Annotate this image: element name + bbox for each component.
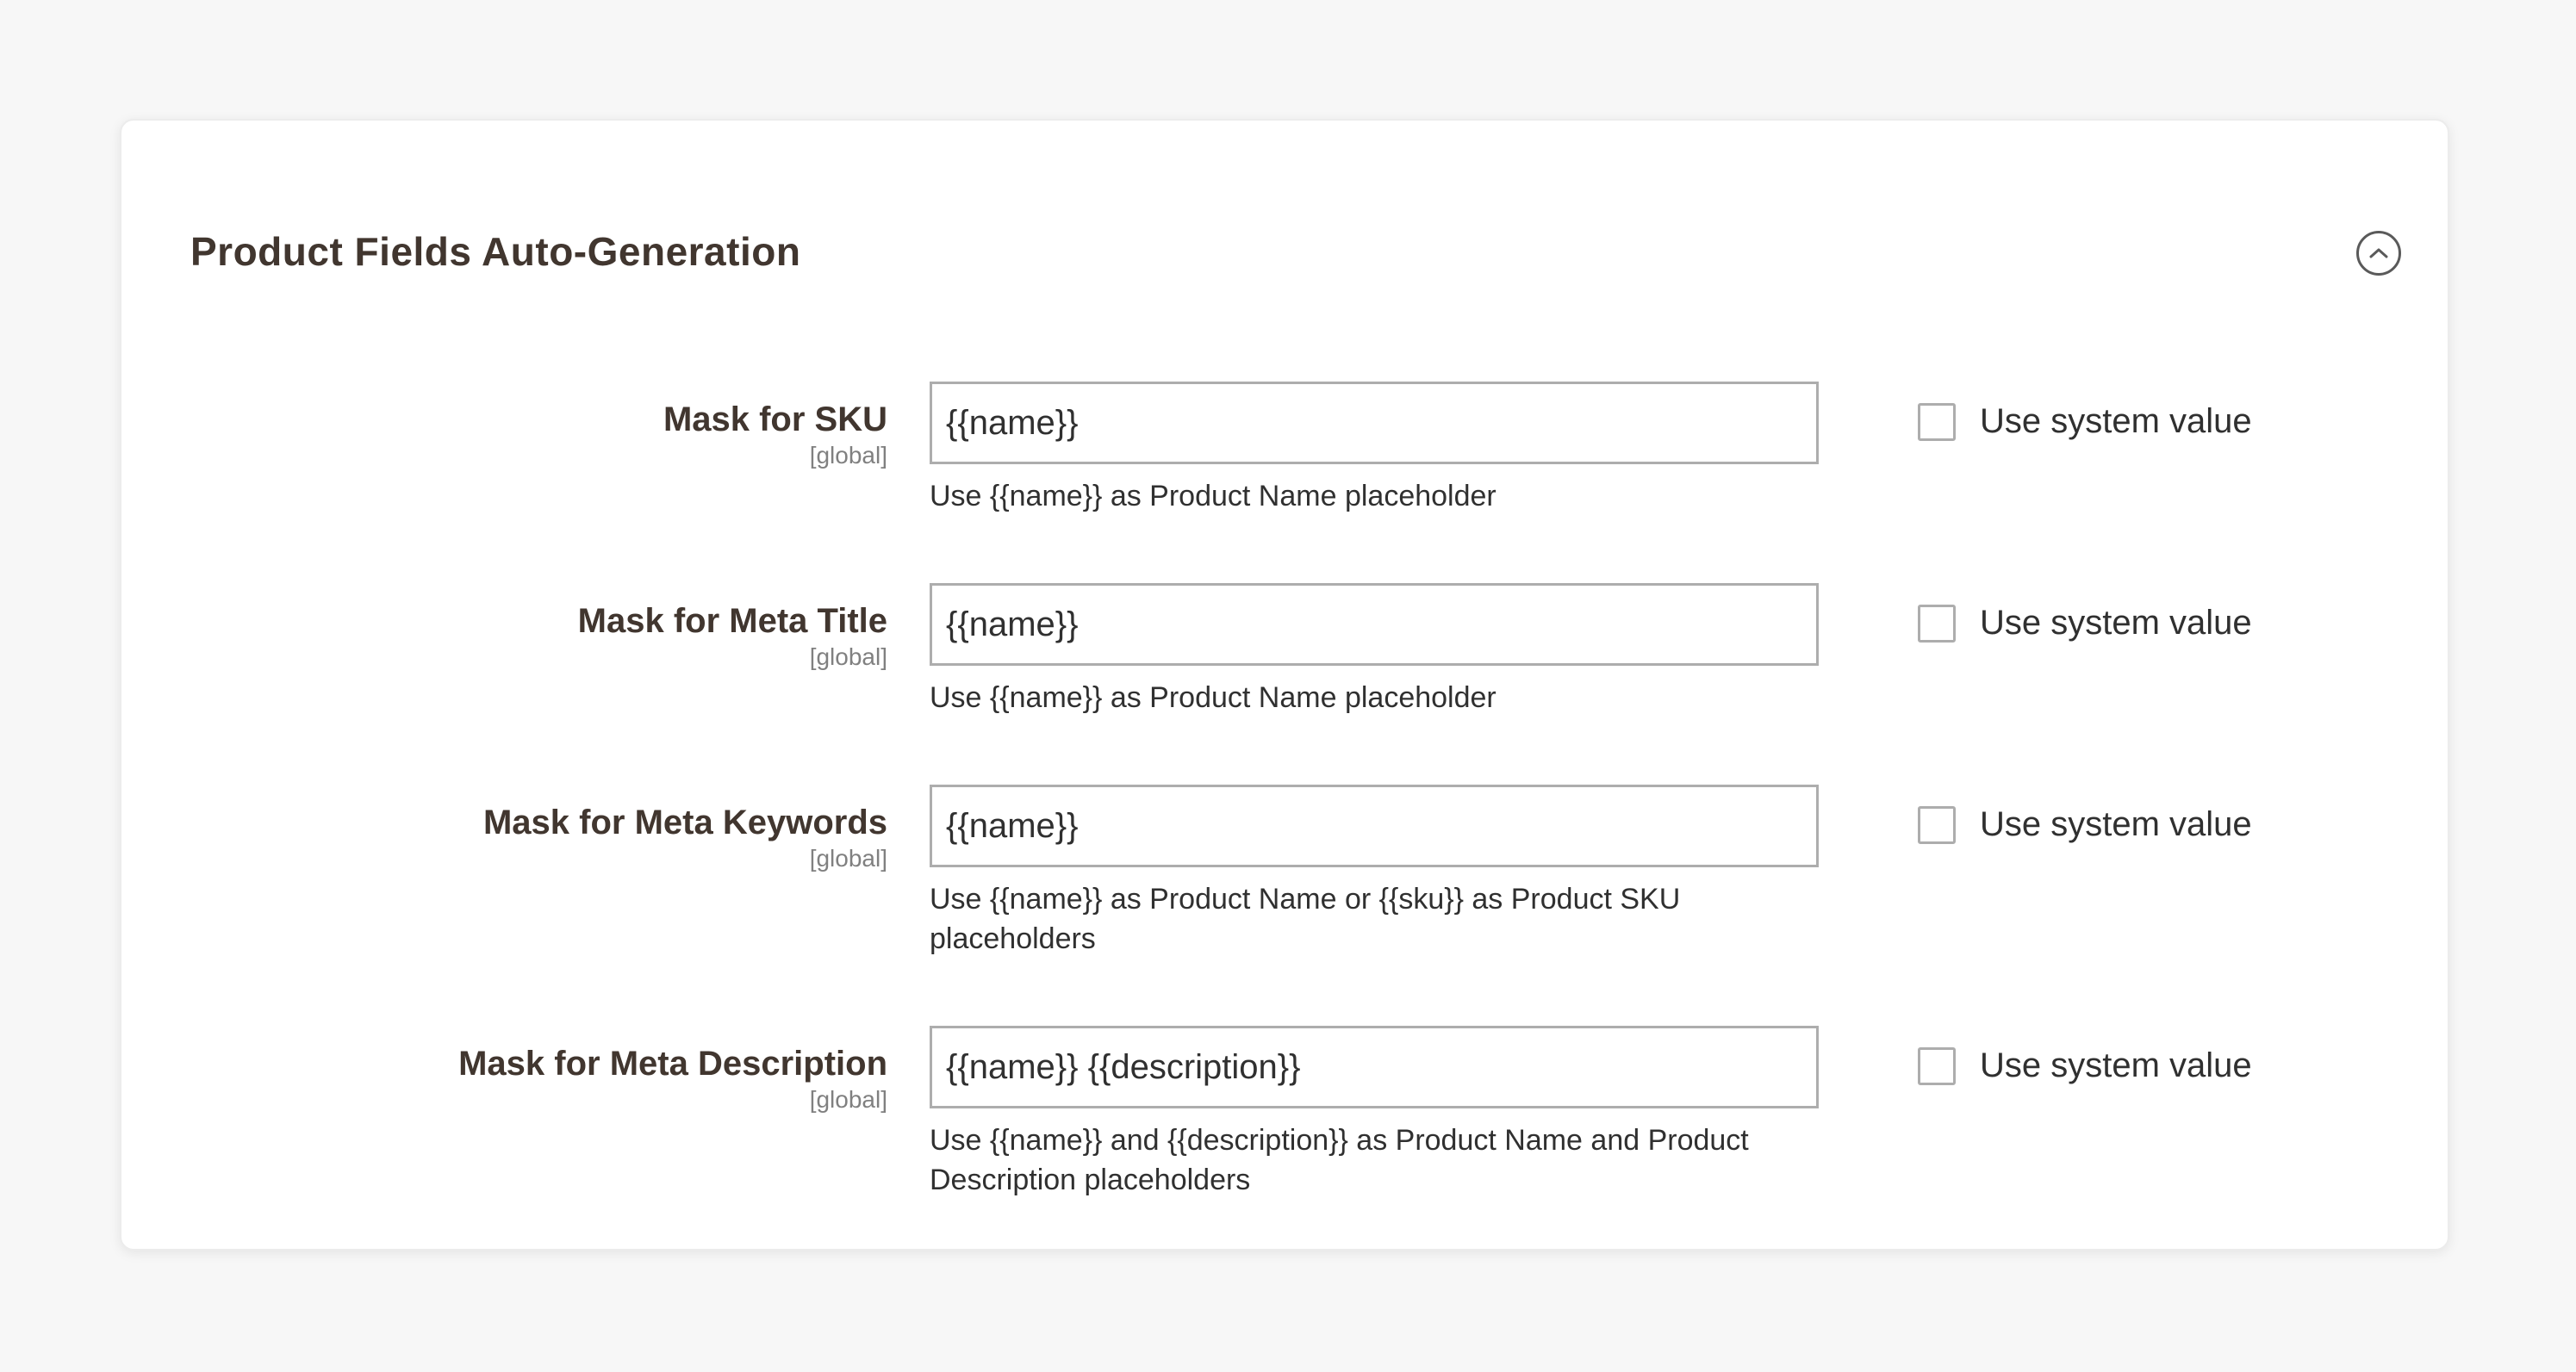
use-system-value-label[interactable]: Use system value xyxy=(1980,604,2252,643)
scope-label: [global] xyxy=(809,845,887,872)
use-system-value-label[interactable]: Use system value xyxy=(1980,805,2252,844)
use-system-value-label[interactable]: Use system value xyxy=(1980,1046,2252,1085)
product-fields-auto-generation-panel: Product Fields Auto-Generation Mask for … xyxy=(120,119,2449,1251)
use-system-value-toggle[interactable]: Use system value xyxy=(1918,402,2252,441)
field-label: Mask for SKU xyxy=(663,400,887,438)
field-label: Mask for Meta Title xyxy=(577,602,887,640)
chevron-up-icon xyxy=(2369,248,2388,258)
collapse-section-button[interactable] xyxy=(2356,231,2401,276)
field-note: Use {{name}} as Product Name placeholder xyxy=(930,681,1496,714)
field-label-group: Mask for Meta Keywords [global] xyxy=(483,802,887,874)
field-note: Use {{name}} as Product Name placeholder xyxy=(930,480,1496,512)
use-system-value-checkbox[interactable] xyxy=(1918,805,1956,844)
use-system-value-label[interactable]: Use system value xyxy=(1980,402,2252,441)
mask-sku-input[interactable] xyxy=(930,382,1819,464)
field-label: Mask for Meta Description xyxy=(458,1045,887,1083)
field-label-group: Mask for Meta Title [global] xyxy=(578,600,887,673)
use-system-value-checkbox[interactable] xyxy=(1918,402,1956,441)
scope-label: [global] xyxy=(809,442,887,469)
field-label: Mask for Meta Keywords xyxy=(482,804,887,841)
use-system-value-checkbox[interactable] xyxy=(1918,604,1956,643)
section-title: Product Fields Auto-Generation xyxy=(190,229,801,274)
scope-label: [global] xyxy=(809,1086,887,1113)
use-system-value-toggle[interactable]: Use system value xyxy=(1918,805,2252,844)
use-system-value-toggle[interactable]: Use system value xyxy=(1918,604,2252,643)
mask-meta-description-input[interactable] xyxy=(930,1026,1819,1108)
use-system-value-toggle[interactable]: Use system value xyxy=(1918,1046,2252,1085)
field-label-group: Mask for SKU [global] xyxy=(663,399,887,471)
field-label-group: Mask for Meta Description [global] xyxy=(458,1043,887,1115)
field-note: Use {{name}} as Product Name or {{sku}} … xyxy=(930,883,1681,955)
use-system-value-checkbox[interactable] xyxy=(1918,1046,1956,1085)
scope-label: [global] xyxy=(809,643,887,670)
mask-meta-keywords-input[interactable] xyxy=(930,785,1819,867)
mask-meta-title-input[interactable] xyxy=(930,583,1819,666)
field-note: Use {{name}} and {{description}} as Prod… xyxy=(930,1124,1749,1196)
